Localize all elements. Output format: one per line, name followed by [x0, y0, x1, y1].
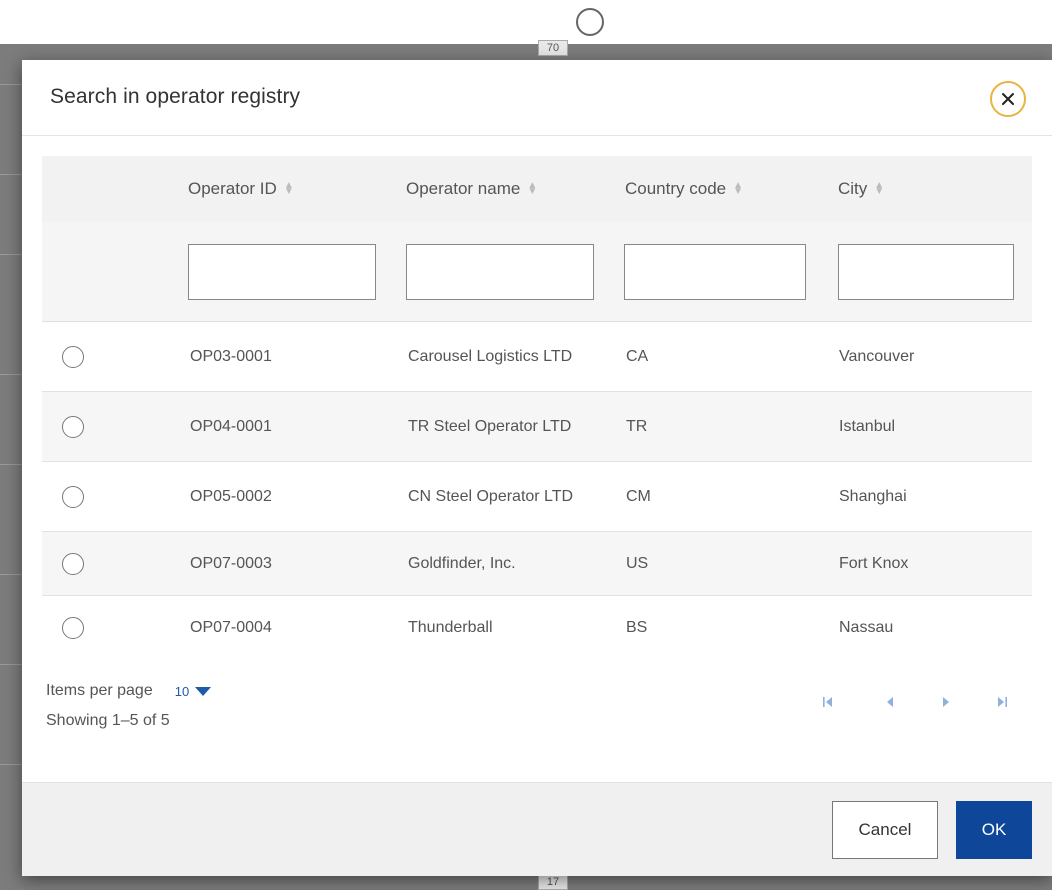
column-header-label: Operator name	[406, 179, 521, 198]
cell-country-code: US	[626, 554, 649, 572]
backdrop-divider	[0, 374, 22, 375]
backdrop-tab: 17	[538, 874, 568, 890]
column-header-label: Country code	[625, 179, 727, 198]
row-select-radio[interactable]	[62, 485, 84, 508]
backdrop-divider	[0, 574, 22, 575]
sort-icon: ▲ ▼	[874, 180, 885, 197]
next-page-button[interactable]	[936, 692, 956, 712]
backdrop-divider	[0, 254, 22, 255]
column-header-label: City	[838, 179, 868, 198]
dialog-title: Search in operator registry	[50, 85, 301, 108]
pagination-info: Items per page 10 Showing 1–5 of 5	[46, 682, 212, 730]
table-row[interactable]: OP07-0004 Thunderball BS Nassau	[42, 596, 1032, 660]
items-per-page-value: 10	[174, 683, 190, 699]
column-header-city[interactable]: City ▲ ▼	[838, 156, 884, 222]
backdrop-circle-icon	[576, 8, 604, 36]
table-row[interactable]: OP07-0003 Goldfinder, Inc. US Fort Knox	[42, 532, 1032, 596]
cancel-button[interactable]: Cancel	[832, 801, 938, 859]
previous-page-button[interactable]	[880, 692, 900, 712]
row-select-radio[interactable]	[62, 415, 84, 438]
cell-operator-name: CN Steel Operator LTD	[408, 487, 574, 505]
table-filter-row	[42, 222, 1032, 322]
table-row[interactable]: OP03-0001 Carousel Logistics LTD CA Vanc…	[42, 322, 1032, 392]
cell-city: Nassau	[839, 619, 894, 636]
cell-operator-id: OP04-0001	[190, 417, 272, 435]
first-page-icon	[823, 697, 832, 707]
last-page-button[interactable]	[992, 692, 1012, 712]
caret-down-icon	[195, 686, 212, 696]
column-header-operator-name[interactable]: Operator name ▲ ▼	[406, 156, 537, 222]
last-page-icon	[998, 697, 1007, 707]
operator-search-dialog: Search in operator registry Operator ID …	[22, 60, 1052, 876]
cell-country-code: TR	[626, 417, 648, 435]
cell-operator-name: Thunderball	[408, 619, 493, 636]
column-header-country-code[interactable]: Country code ▲ ▼	[625, 156, 743, 222]
operator-table: Operator ID ▲ ▼ Operator name ▲ ▼ Country …	[42, 156, 1032, 660]
cell-country-code: CA	[626, 347, 649, 365]
row-select-radio[interactable]	[62, 617, 84, 639]
cell-operator-id: OP07-0004	[190, 619, 272, 636]
cell-country-code: CM	[626, 487, 651, 505]
backdrop-divider	[0, 464, 22, 465]
cell-operator-name: TR Steel Operator LTD	[408, 417, 572, 435]
cell-operator-name: Goldfinder, Inc.	[408, 554, 516, 572]
cell-operator-id: OP03-0001	[190, 347, 272, 365]
table-row[interactable]: OP05-0002 CN Steel Operator LTD CM Shang…	[42, 462, 1032, 532]
sort-icon: ▲ ▼	[527, 180, 538, 197]
previous-page-icon	[887, 697, 893, 707]
showing-count: Showing 1–5 of 5	[46, 712, 170, 729]
cell-operator-id: OP05-0002	[190, 487, 272, 505]
sort-icon: ▲ ▼	[733, 180, 744, 197]
row-select-radio[interactable]	[62, 345, 84, 368]
cell-city: Shanghai	[839, 487, 907, 505]
dialog-footer: Cancel OK	[22, 782, 1052, 876]
items-per-page-select[interactable]: 10	[174, 683, 212, 699]
next-page-icon	[943, 697, 949, 707]
close-icon	[1002, 93, 1014, 105]
table-row[interactable]: OP04-0001 TR Steel Operator LTD TR Istan…	[42, 392, 1032, 462]
backdrop-divider	[0, 174, 22, 175]
ok-button[interactable]: OK	[956, 801, 1032, 859]
cell-city: Istanbul	[839, 417, 896, 435]
country-code-filter-input[interactable]	[624, 244, 806, 300]
dialog-header: Search in operator registry	[22, 60, 1052, 136]
column-header-label: Operator ID	[188, 179, 277, 198]
table-header-row: Operator ID ▲ ▼ Operator name ▲ ▼ Country …	[42, 156, 1032, 222]
cell-operator-name: Carousel Logistics LTD	[408, 347, 573, 365]
close-button[interactable]	[990, 81, 1026, 117]
items-per-page: Items per page 10	[46, 682, 212, 700]
cell-country-code: BS	[626, 619, 648, 636]
operator-id-filter-input[interactable]	[188, 244, 376, 300]
first-page-button[interactable]	[818, 692, 838, 712]
sort-icon: ▲ ▼	[283, 180, 294, 197]
city-filter-input[interactable]	[838, 244, 1014, 300]
row-select-radio[interactable]	[62, 552, 84, 575]
backdrop-divider	[0, 84, 22, 85]
column-header-operator-id[interactable]: Operator ID ▲ ▼	[188, 156, 294, 222]
cell-operator-id: OP07-0003	[190, 554, 272, 572]
items-per-page-label: Items per page	[46, 682, 153, 699]
cell-city: Vancouver	[839, 347, 915, 365]
operator-name-filter-input[interactable]	[406, 244, 594, 300]
cell-city: Fort Knox	[839, 554, 909, 572]
backdrop-divider	[0, 764, 22, 765]
backdrop-divider	[0, 664, 22, 665]
backdrop-tab: 70	[538, 40, 568, 56]
